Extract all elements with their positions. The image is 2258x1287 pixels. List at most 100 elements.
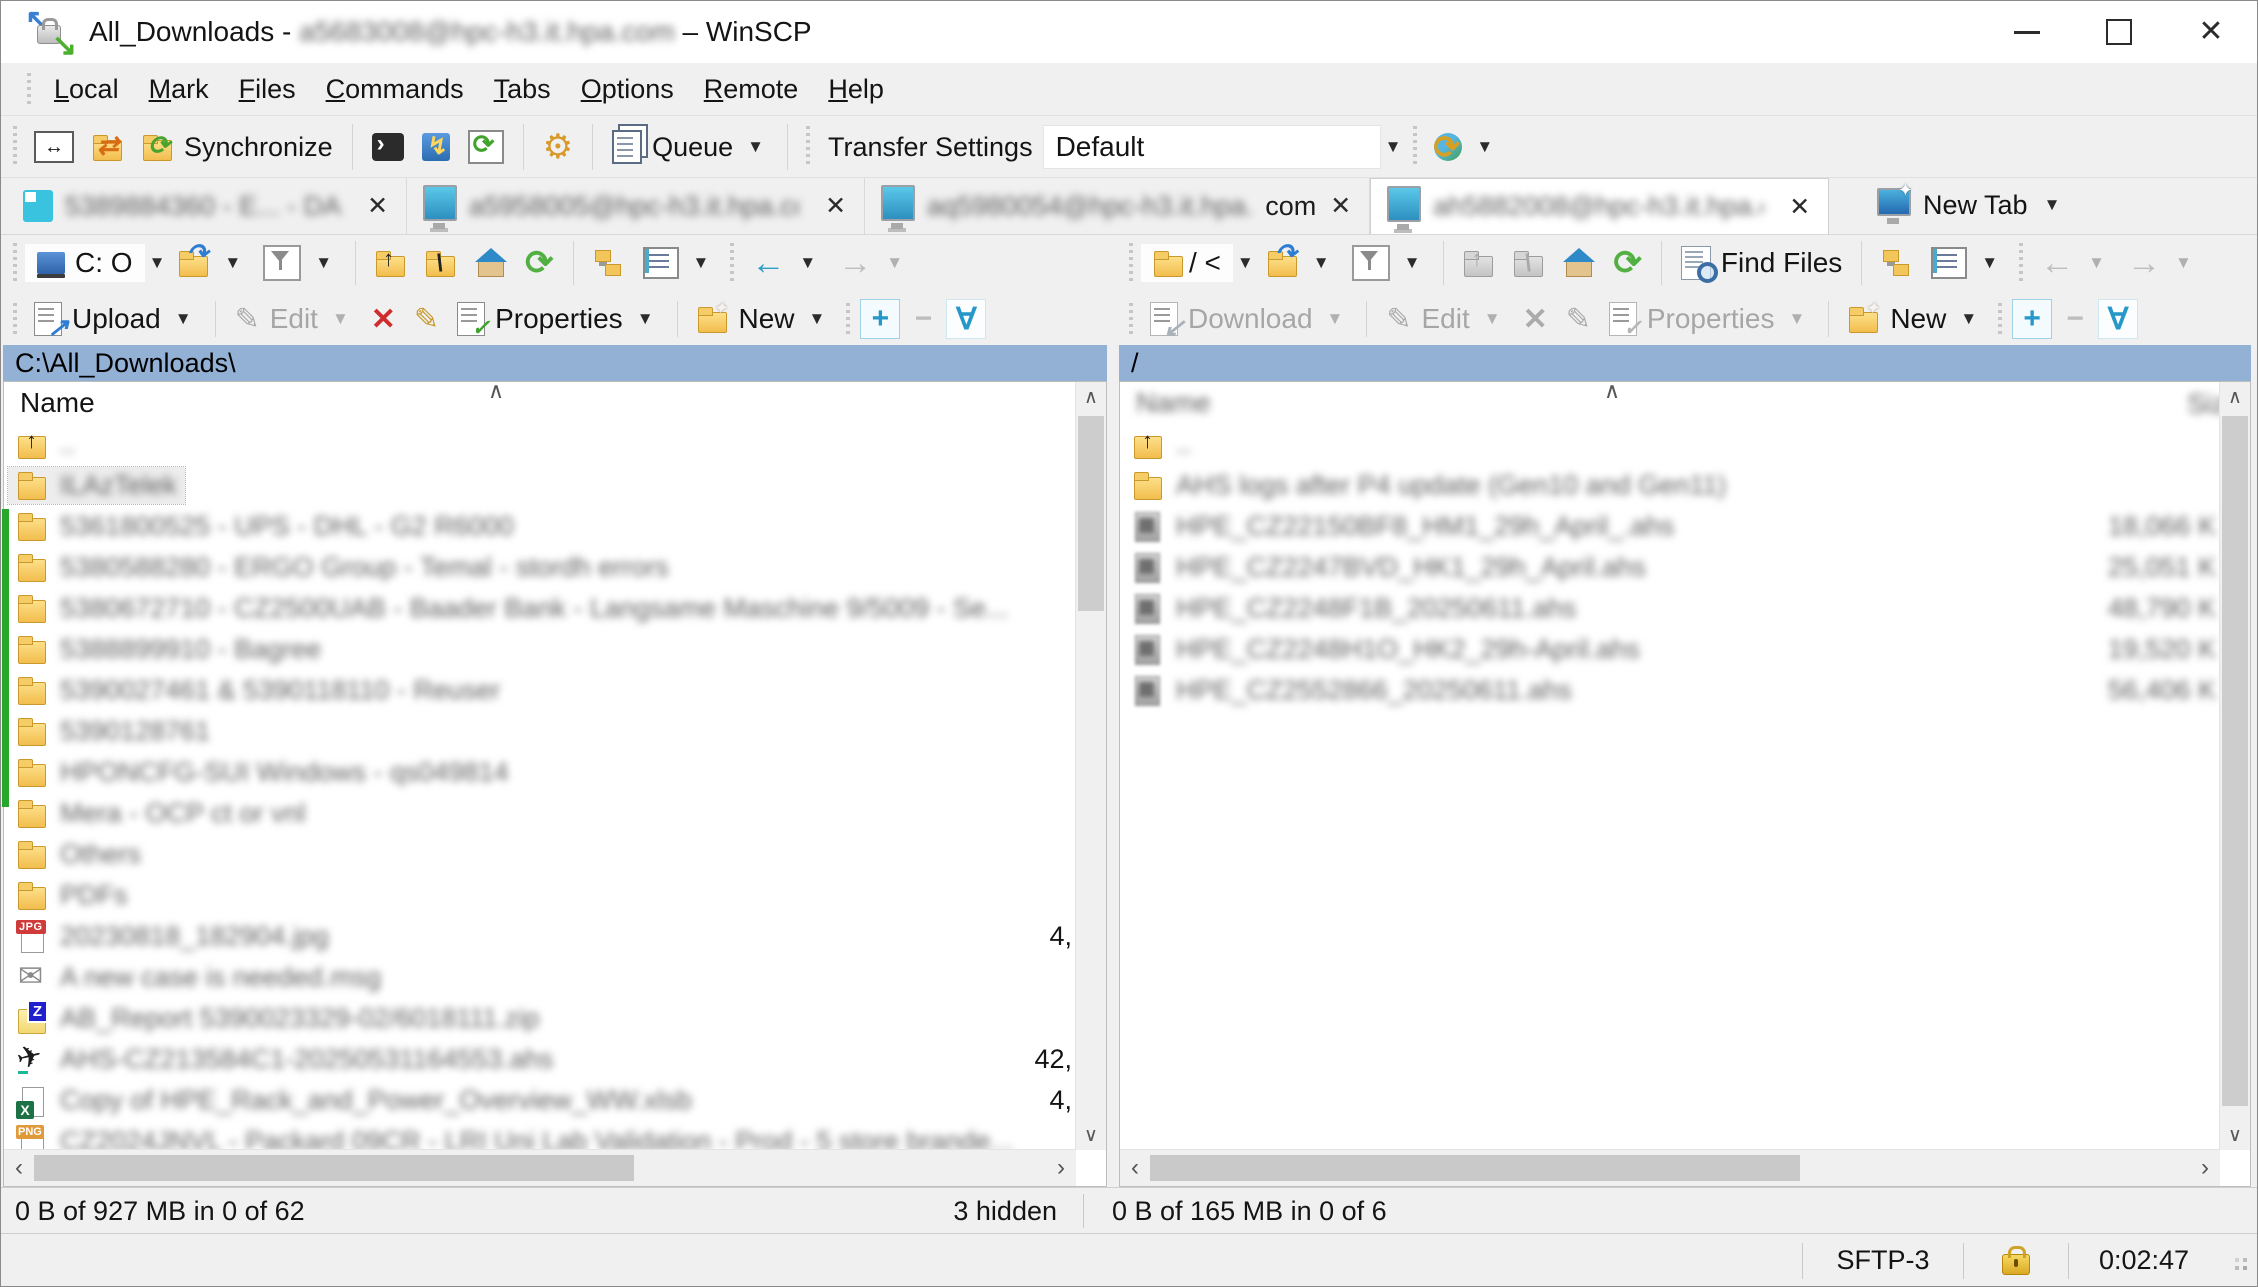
local-root-directory-button[interactable] (416, 238, 466, 288)
protocol-status[interactable]: SFTP-3 (1802, 1243, 1963, 1279)
remote-filter-button[interactable]: ▼ (1343, 238, 1434, 288)
chevron-down-icon[interactable]: ▼ (805, 309, 830, 329)
chevron-down-icon[interactable]: ▼ (1381, 137, 1406, 157)
preferences-button[interactable] (534, 122, 582, 172)
chevron-down-icon[interactable]: ▼ (1480, 309, 1505, 329)
local-path-bar[interactable]: C:\All_Downloads\ (3, 345, 1107, 381)
menu-item[interactable]: Remote (689, 74, 814, 105)
select-files-button[interactable]: + (860, 299, 900, 339)
chevron-down-icon[interactable]: ▼ (2040, 195, 2065, 215)
swap-panels-button[interactable] (25, 122, 83, 172)
table-row[interactable]: HPE_CZ2248H1O_HK2_29h-April.ahs 19,520 K (1120, 629, 2220, 670)
remote-properties-button[interactable]: Properties ▼ (1600, 294, 1818, 344)
menu-item[interactable]: Help (813, 74, 899, 105)
remote-edit-button[interactable]: Edit ▼ (1377, 294, 1513, 344)
chevron-down-icon[interactable]: ▼ (311, 253, 336, 273)
minimize-button[interactable] (1981, 1, 2073, 63)
menu-item[interactable]: Options (566, 74, 689, 105)
local-home-directory-button[interactable] (466, 238, 516, 288)
chevron-down-icon[interactable]: ▼ (1323, 309, 1348, 329)
remote-view-style-button[interactable]: ▼ (1922, 238, 2011, 288)
table-row[interactable]: HPONCFG-SUI Windows - qs049814 (4, 752, 1076, 793)
table-row[interactable]: Copy of HPE_Rack_and_Power_Overview_WW.x… (4, 1080, 1076, 1121)
download-button[interactable]: Download ▼ (1141, 294, 1356, 344)
chevron-down-icon[interactable]: ▼ (1400, 253, 1425, 273)
session-tab[interactable]: ah5882008@hpc-h3.it.hpa.com ✕ (1370, 178, 1829, 234)
session-tab[interactable]: 5389884360 - E... - DA ✕ (7, 178, 407, 234)
new-tab-button[interactable]: New Tab ▼ (1863, 190, 2078, 221)
refresh-session-button[interactable] (459, 122, 513, 172)
local-open-directory-button[interactable]: ▼ (169, 238, 254, 288)
remote-back-button[interactable]: ▼ (2031, 238, 2118, 288)
select-same-button[interactable]: ∀ (2098, 299, 2138, 339)
tab-close-icon[interactable]: ✕ (1787, 192, 1812, 222)
scrollbar-thumb[interactable] (1078, 416, 1104, 611)
local-vertical-scrollbar[interactable]: ∧ ∨ (1075, 382, 1106, 1150)
table-row[interactable]: 5390128761 (4, 711, 1076, 752)
tab-close-icon[interactable]: ✕ (365, 191, 390, 221)
scroll-right-icon[interactable]: › (2190, 1154, 2220, 1182)
table-row[interactable]: 20230818_182904.jpg 4, (4, 916, 1076, 957)
local-drive-select[interactable]: C: O (25, 244, 145, 282)
local-back-button[interactable]: ▼ (742, 238, 829, 288)
local-edit-button[interactable]: Edit ▼ (226, 294, 362, 344)
local-column-header[interactable]: Name ∧ (4, 382, 1106, 424)
find-files-button[interactable]: Find Files (1672, 238, 1851, 288)
queue-button[interactable]: Queue ▼ (603, 122, 777, 172)
local-refresh-button[interactable] (516, 238, 563, 288)
scroll-up-icon[interactable]: ∧ (2220, 382, 2250, 412)
local-forward-button[interactable]: ▼ (829, 238, 916, 288)
table-row[interactable]: 5380588280 - ERGO Group - Temal - stordh… (4, 547, 1076, 588)
table-row[interactable]: CZ2024JNVL - Packard 09CR - LRI Uni Lab … (4, 1121, 1076, 1150)
table-row[interactable]: AB_Report 5390023329-02/6018111.zip (4, 998, 1076, 1039)
resize-grip[interactable] (2225, 1248, 2251, 1274)
remote-delete-button[interactable] (1514, 294, 1557, 344)
table-row[interactable]: 5361800525 - UPS - DHL - G2 R6000 (4, 506, 1076, 547)
chevron-down-icon[interactable]: ▼ (1784, 309, 1809, 329)
open-console-button[interactable] (363, 122, 413, 172)
chevron-down-icon[interactable]: ▼ (882, 253, 907, 273)
synchronize-browsing-button[interactable] (83, 122, 133, 172)
local-properties-button[interactable]: Properties ▼ (448, 294, 666, 344)
scrollbar-thumb[interactable] (2222, 416, 2248, 1106)
table-row[interactable]: Others (4, 834, 1076, 875)
local-rename-button[interactable] (405, 294, 448, 344)
table-row[interactable]: .. (4, 424, 1076, 465)
session-tab[interactable]: aq5980054@hpc-h3.it.hpa.com ✕ (865, 178, 1370, 234)
remote-directory-select[interactable]: / < (1141, 244, 1233, 282)
name-column-header[interactable]: Name (1136, 387, 1211, 419)
table-row[interactable]: AHS logs after P4 update (Gen10 and Gen1… (1120, 465, 2220, 506)
scroll-down-icon[interactable]: ∨ (2220, 1120, 2250, 1150)
chevron-down-icon[interactable]: ▼ (1472, 137, 1497, 157)
table-row[interactable]: PDFs (4, 875, 1076, 916)
menu-item[interactable]: Files (224, 74, 311, 105)
chevron-down-icon[interactable]: ▼ (328, 309, 353, 329)
remote-parent-directory-button[interactable] (1454, 238, 1504, 288)
unselect-files-button[interactable]: − (904, 300, 942, 338)
session-tab[interactable]: a5958005@hpc-h3.it.hpa.com ✕ (407, 178, 865, 234)
synchronize-button[interactable]: Synchronize (133, 122, 342, 172)
chevron-down-icon[interactable]: ▼ (1309, 253, 1334, 273)
hidden-files-count[interactable]: 3 hidden (953, 1196, 1083, 1227)
local-new-button[interactable]: New ▼ (688, 294, 839, 344)
scroll-right-icon[interactable]: › (1046, 1154, 1076, 1182)
table-row[interactable]: ILAzTelek (4, 465, 1076, 506)
table-row[interactable]: 5390027461 & 5390118110 - Reuser (4, 670, 1076, 711)
scrollbar-thumb[interactable] (1150, 1155, 1800, 1181)
upload-button[interactable]: Upload ▼ (25, 294, 205, 344)
table-row[interactable]: HPE_CZ2552866_20250611.ahs 56,406 K (1120, 670, 2220, 711)
table-row[interactable]: 5388899910 - Bagree (4, 629, 1076, 670)
local-parent-directory-button[interactable] (366, 238, 416, 288)
chevron-down-icon[interactable]: ▼ (689, 253, 714, 273)
chevron-down-icon[interactable]: ▼ (2171, 253, 2196, 273)
name-column-header[interactable]: Name (20, 387, 95, 419)
scrollbar-thumb[interactable] (34, 1155, 634, 1181)
remote-open-directory-button[interactable]: ▼ (1258, 238, 1343, 288)
chevron-down-icon[interactable]: ▼ (1977, 253, 2002, 273)
table-row[interactable]: HPE_CZ2247BVD_HK1_29h_April.ahs 25,051 K (1120, 547, 2220, 588)
table-row[interactable]: Mera - OCP ct or vnl (4, 793, 1076, 834)
remote-home-directory-button[interactable] (1554, 238, 1604, 288)
remote-horizontal-scrollbar[interactable]: ‹ › (1120, 1149, 2220, 1186)
transfer-settings-select[interactable]: Default (1043, 125, 1381, 169)
select-files-button[interactable]: + (2012, 299, 2052, 339)
